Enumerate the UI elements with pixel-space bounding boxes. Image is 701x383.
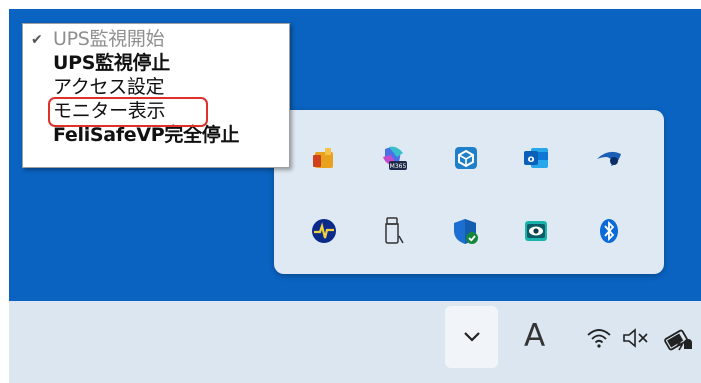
blue-swoosh-icon[interactable] (592, 141, 626, 175)
svg-text:o: o (528, 154, 535, 165)
menu-item-ups-monitor-start[interactable]: UPS監視開始 (53, 29, 165, 49)
highlight-annotation (48, 97, 208, 127)
menu-item-felisafe-full-stop[interactable]: FeliSafeVP完全停止 (53, 125, 240, 145)
m365-badge-text: M365 (390, 163, 407, 170)
wifi-icon[interactable] (586, 327, 612, 353)
app-orange-folder-icon[interactable] (307, 141, 341, 175)
ime-indicator[interactable]: A (524, 318, 545, 354)
checkmark-icon: ✔ (31, 32, 43, 48)
ups-context-menu: ✔ UPS監視開始 UPS監視停止 アクセス設定 モニター表示 FeliSafe… (22, 23, 290, 168)
copilot-m365-icon[interactable]: M365 (377, 141, 411, 175)
windows-security-icon[interactable] (449, 214, 483, 248)
tray-overflow-flyout: M365 o (274, 110, 664, 274)
usb-drive-icon[interactable] (377, 214, 411, 248)
show-hidden-icons-button[interactable] (445, 306, 498, 368)
menu-item-access-settings[interactable]: アクセス設定 (53, 77, 165, 97)
speaker-muted-icon[interactable] (621, 327, 651, 353)
menu-item-ups-monitor-stop[interactable]: UPS監視停止 (53, 53, 170, 73)
ups-monitor-icon[interactable] (307, 214, 341, 248)
chevron-down-icon (463, 332, 480, 342)
outlook-icon[interactable]: o (519, 141, 553, 175)
eye-app-icon[interactable] (519, 214, 553, 248)
package-app-icon[interactable] (449, 141, 483, 175)
battery-charging-icon[interactable] (664, 325, 692, 355)
bluetooth-icon[interactable] (592, 214, 626, 248)
